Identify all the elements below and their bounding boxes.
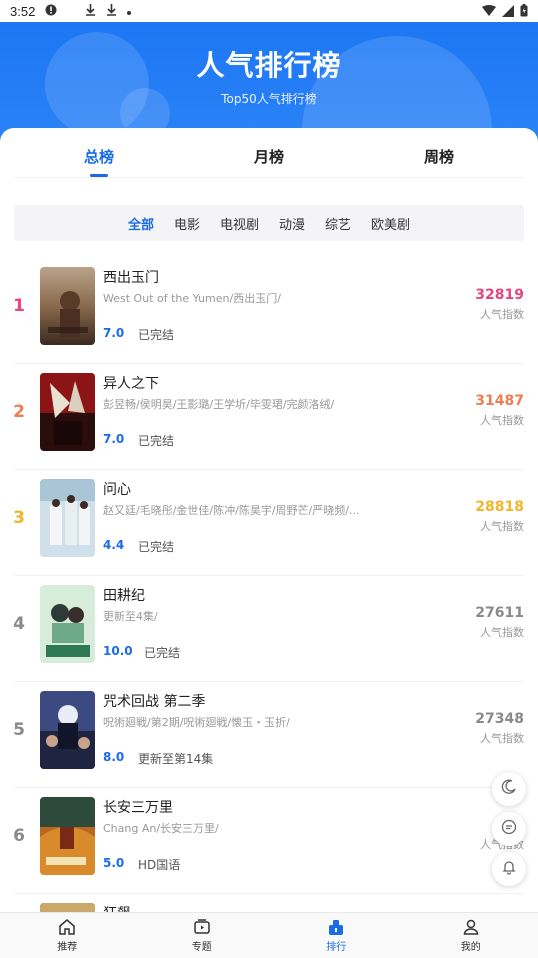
dot-icon	[127, 5, 132, 18]
score: 7.0	[103, 432, 125, 446]
nav-recommend[interactable]: 推荐	[0, 913, 135, 958]
score: 10.0	[103, 644, 133, 658]
score: 4.4	[103, 538, 125, 552]
title: 咒术回战 第二季	[103, 694, 206, 710]
list-item[interactable]: 5 咒术回战 第二季 呪術廻戦/第2期/呪術廻戦/懐玉・玉折/ 8.0 更新至第…	[13, 682, 524, 788]
heat-value: 31487	[475, 393, 524, 409]
rank-number: 6	[13, 826, 25, 846]
nav-label: 排行	[326, 942, 347, 953]
poster-image	[40, 267, 95, 345]
wifi-icon	[482, 5, 496, 20]
poster-image	[40, 373, 95, 451]
message-icon	[501, 819, 517, 839]
score: 8.0	[103, 750, 125, 764]
heat-value: 28818	[475, 499, 524, 515]
heat-label: 人气指数	[480, 732, 524, 745]
heat-value: 27611	[475, 605, 524, 621]
poster-image	[40, 585, 95, 663]
feedback-button[interactable]	[492, 812, 526, 846]
play-screen-icon	[135, 918, 270, 936]
tab-overall[interactable]: 总榜	[14, 128, 184, 177]
status-text: 已完结	[138, 434, 175, 448]
nav-topics[interactable]: 专题	[135, 913, 270, 958]
rank-number: 5	[13, 720, 25, 740]
nav-label: 我的	[460, 942, 481, 953]
filter-movie[interactable]: 电影	[174, 214, 200, 233]
page-title: 人气排行榜	[196, 49, 342, 82]
nav-label: 专题	[191, 942, 212, 953]
heat-label: 人气指数	[480, 414, 524, 427]
moon-icon	[501, 779, 517, 799]
download-icon	[85, 3, 96, 19]
rank-number: 2	[13, 402, 25, 422]
status-text: 更新至第14集	[138, 752, 214, 766]
status-time: 3:52	[10, 3, 36, 19]
poster-image	[40, 479, 95, 557]
meta-text: West Out of the Yumen/西出玉门/	[103, 292, 281, 305]
title: 田耕纪	[103, 588, 145, 604]
download-icon	[106, 3, 117, 19]
category-filter: 全部 电影 电视剧 动漫 综艺 欧美剧	[14, 205, 524, 241]
status-text: 已完结	[144, 646, 181, 660]
rank-number: 4	[13, 614, 25, 634]
nav-mine[interactable]: 我的	[404, 913, 538, 958]
rank-number: 1	[13, 296, 25, 316]
title: 长安三万里	[103, 800, 173, 816]
bottom-nav: 推荐 专题 排行 我的	[0, 912, 538, 958]
list-item[interactable]: 6 长安三万里 Chang An/长安三万里/ 5.0 HD国语 2 人气指数	[13, 788, 524, 894]
status-bar: 3:52	[0, 0, 538, 22]
tab-monthly[interactable]: 月榜	[184, 128, 354, 177]
score: 5.0	[103, 856, 125, 870]
filter-tv[interactable]: 电视剧	[220, 214, 259, 233]
tab-weekly[interactable]: 周榜	[354, 128, 524, 177]
title: 异人之下	[103, 376, 159, 392]
battery-icon	[520, 4, 528, 21]
filter-western[interactable]: 欧美剧	[371, 214, 410, 233]
meta-text: Chang An/长安三万里/	[103, 822, 219, 835]
home-icon	[0, 918, 135, 936]
ranking-tabs: 总榜 月榜 周榜	[14, 128, 524, 178]
status-text: 已完结	[138, 540, 175, 554]
notification-icon	[45, 4, 57, 19]
dark-mode-button[interactable]	[492, 772, 526, 806]
support-button[interactable]	[492, 852, 526, 886]
ranking-icon	[269, 918, 404, 936]
heat-value: 27348	[475, 711, 524, 727]
list-item[interactable]: 1 西出玉门 West Out of the Yumen/西出玉门/ 7.0 已…	[13, 258, 524, 364]
ranking-page: 人气排行榜 Top50人气排行榜 3:52 总榜 月榜 周榜 全部 电影 电视剧…	[0, 0, 538, 958]
nav-label: 推荐	[57, 942, 78, 953]
meta-text: 更新至4集/	[103, 610, 158, 623]
rank-number: 3	[13, 508, 25, 528]
page-subtitle: Top50人气排行榜	[221, 92, 317, 106]
user-icon	[404, 918, 538, 936]
title: 问心	[103, 482, 131, 498]
status-text: 已完结	[138, 328, 175, 342]
heat-label: 人气指数	[480, 626, 524, 639]
meta-text: 赵又廷/毛晓彤/金世佳/陈冲/陈昊宇/周野芒/严晓频/...	[103, 504, 360, 517]
poster-image	[40, 797, 95, 875]
list-item[interactable]: 2 异人之下 彭昱畅/侯明昊/王影璐/王学圻/毕雯珺/完颜洛绒/ 7.0 已完结…	[13, 364, 524, 470]
signal-icon	[502, 4, 514, 21]
ranking-list: 1 西出玉门 West Out of the Yumen/西出玉门/ 7.0 已…	[0, 258, 538, 958]
score: 7.0	[103, 326, 125, 340]
poster-image	[40, 691, 95, 769]
meta-text: 彭昱畅/侯明昊/王影璐/王学圻/毕雯珺/完颜洛绒/	[103, 398, 335, 411]
meta-text: 呪術廻戦/第2期/呪術廻戦/懐玉・玉折/	[103, 716, 290, 729]
filter-anime[interactable]: 动漫	[279, 214, 305, 233]
list-item[interactable]: 3 问心 赵又廷/毛晓彤/金世佳/陈冲/陈昊宇/周野芒/严晓频/... 4.4 …	[13, 470, 524, 576]
list-item[interactable]: 4 田耕纪 更新至4集/ 10.0 已完结 27611 人气指数	[13, 576, 524, 682]
heat-value: 32819	[475, 287, 524, 303]
status-text: HD国语	[138, 858, 181, 872]
filter-variety[interactable]: 综艺	[325, 214, 351, 233]
filter-all[interactable]: 全部	[128, 214, 154, 233]
title: 西出玉门	[103, 270, 159, 286]
ranking-card: 总榜 月榜 周榜 全部 电影 电视剧 动漫 综艺 欧美剧 1 西出玉门 West…	[0, 128, 538, 958]
heat-label: 人气指数	[480, 308, 524, 321]
heat-label: 人气指数	[480, 520, 524, 533]
nav-ranking[interactable]: 排行	[269, 913, 404, 958]
bell-icon	[501, 859, 517, 879]
